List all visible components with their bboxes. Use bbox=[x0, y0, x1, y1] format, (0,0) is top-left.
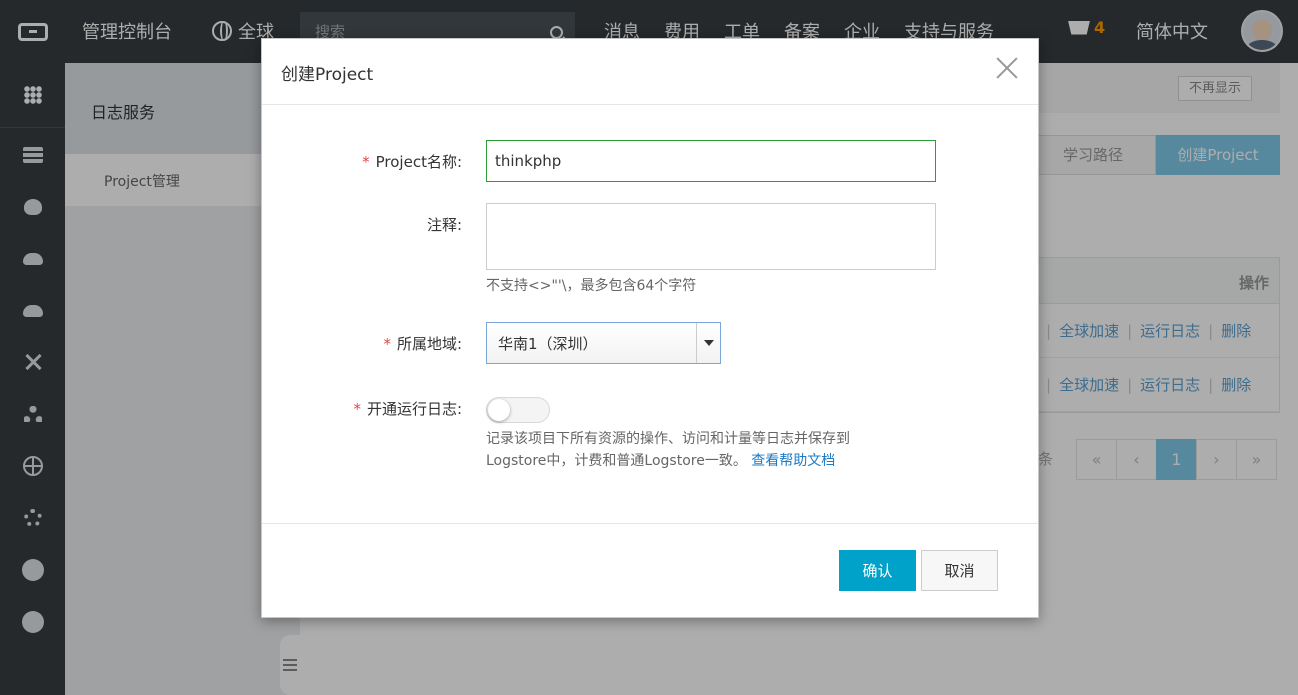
create-project-dialog: 创建Project *Project名称: 注释: 不支持<>"'\，最多包含6… bbox=[261, 38, 1039, 618]
region-label: * 所属地域: bbox=[383, 335, 462, 353]
dialog-footer: 确认 取消 bbox=[262, 523, 1038, 617]
chevron-down-icon[interactable] bbox=[696, 323, 720, 363]
close-icon[interactable] bbox=[995, 56, 1019, 80]
comment-textarea[interactable] bbox=[486, 203, 936, 270]
confirm-button[interactable]: 确认 bbox=[839, 550, 916, 591]
run-log-hint-line-1: 记录该项目下所有资源的操作、访问和计量等日志并保存到 bbox=[486, 431, 850, 447]
required-mark: * bbox=[362, 153, 370, 171]
region-select[interactable]: 华南1（深圳） bbox=[486, 322, 721, 364]
comment-hint: 不支持<>"'\，最多包含64个字符 bbox=[486, 278, 697, 294]
run-log-hint-line-2: Logstore中，计费和普通Logstore一致。 bbox=[486, 453, 747, 469]
run-log-toggle[interactable] bbox=[486, 397, 550, 423]
region-select-value: 华南1（深圳） bbox=[498, 334, 598, 353]
help-doc-link[interactable]: 查看帮助文档 bbox=[751, 453, 835, 469]
comment-label: 注释: bbox=[426, 216, 462, 234]
project-name-label: * Project名称: bbox=[362, 153, 462, 171]
cancel-button[interactable]: 取消 bbox=[921, 550, 998, 591]
dialog-header: 创建Project bbox=[262, 39, 1038, 105]
run-log-hint: 记录该项目下所有资源的操作、访问和计量等日志并保存到 Logstore中，计费和… bbox=[486, 428, 850, 472]
toggle-knob bbox=[488, 399, 510, 421]
required-mark: * bbox=[353, 400, 361, 418]
run-log-label: * 开通运行日志: bbox=[353, 400, 462, 418]
project-name-input[interactable] bbox=[486, 140, 936, 182]
required-mark: * bbox=[383, 335, 391, 353]
dialog-title: 创建Project bbox=[281, 65, 374, 85]
